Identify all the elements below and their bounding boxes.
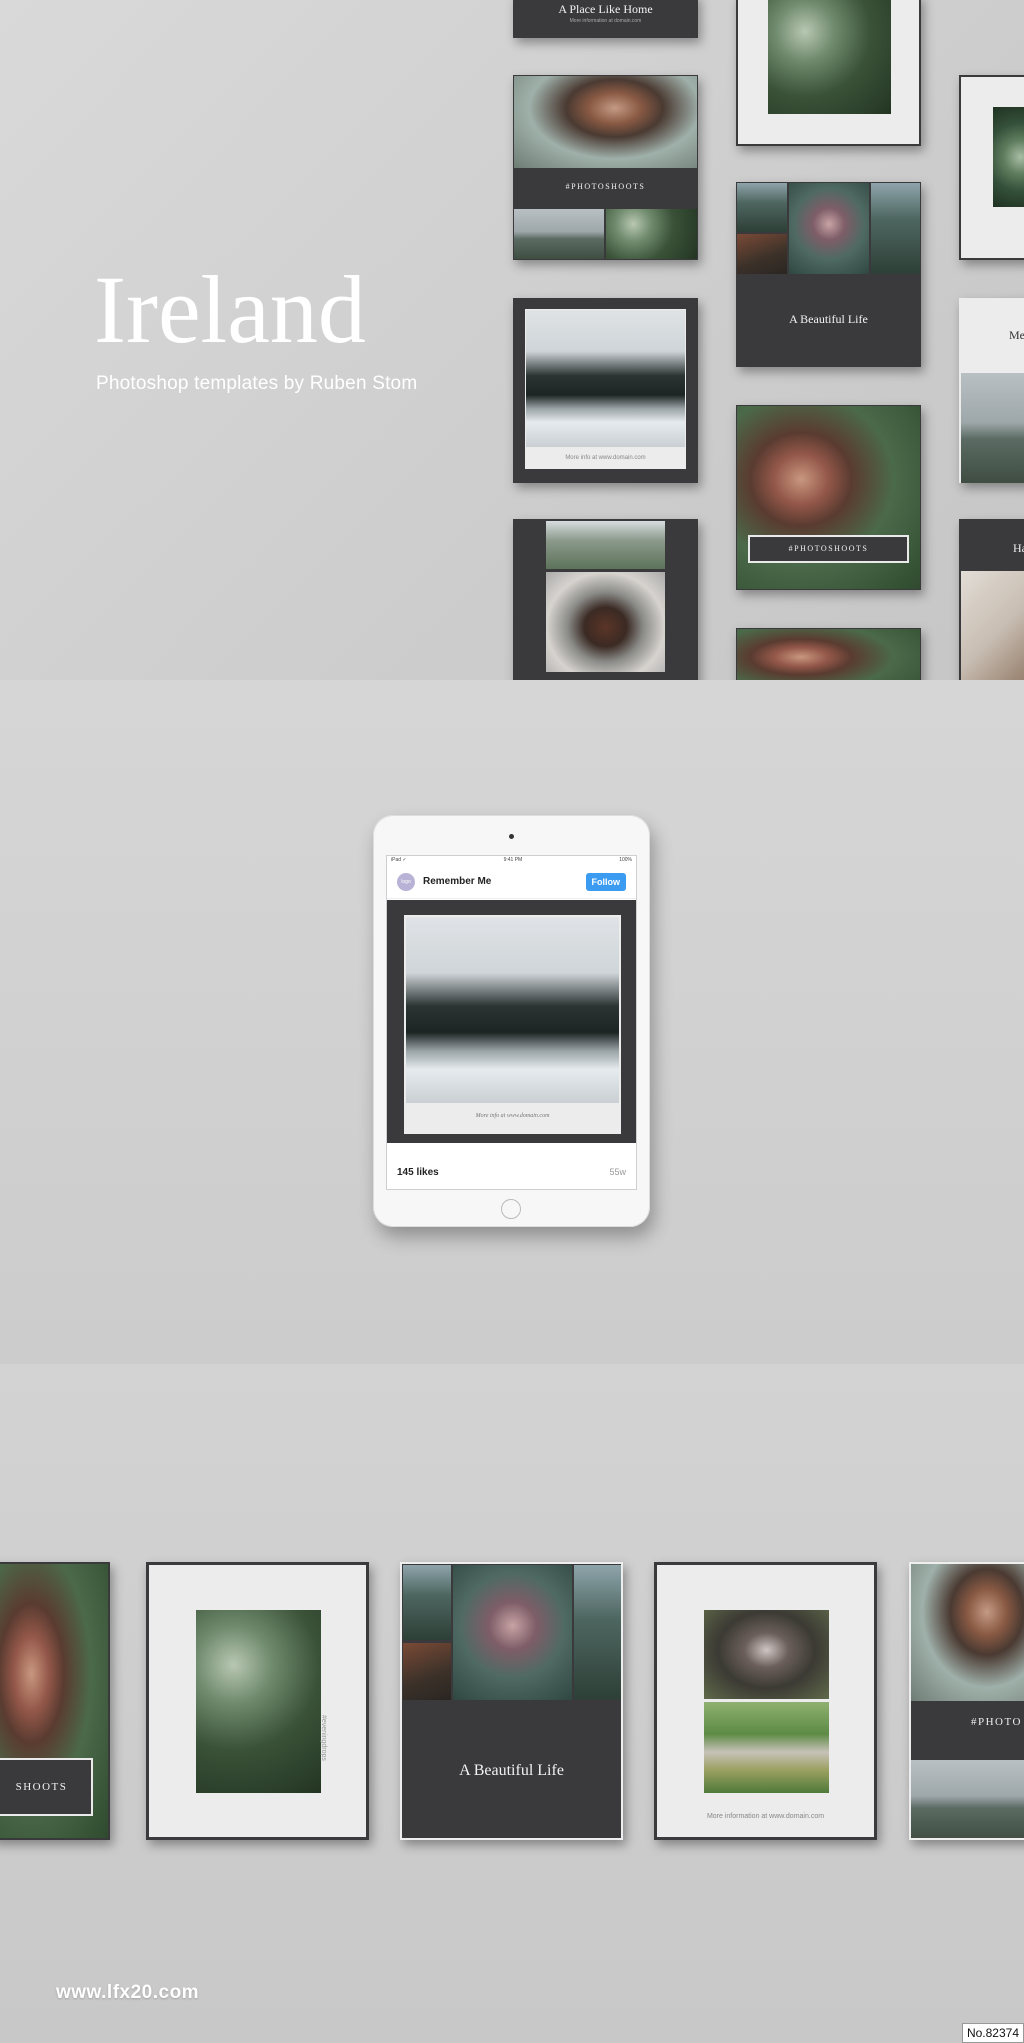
card-more-info: More information at www.domain.com (654, 1562, 877, 1840)
card-partial-me: Me (959, 298, 1024, 483)
card-label: #PHOTO (971, 1716, 1022, 1728)
follow-button[interactable]: Follow (585, 872, 626, 891)
photo-children (789, 183, 869, 274)
card-title: A Beautiful Life (789, 312, 868, 326)
card-label: #PHOTOSHOOTS (748, 535, 909, 563)
photo-tile-3 (871, 183, 920, 274)
card-forest: More info at www.domain.com (513, 298, 698, 483)
card-photoshoots-woman: #PHOTOSHOOTS (513, 75, 698, 260)
templates-row-panel: SHOOTS #eveningdrops A Beautiful Life Mo… (0, 1364, 1024, 2043)
photo-plant (606, 209, 697, 259)
status-left: iPad ✓ (391, 857, 407, 863)
photo-plant (768, 0, 891, 114)
username[interactable]: Remember Me (423, 876, 586, 887)
post-image[interactable]: More info at www.domain.com (387, 900, 636, 1143)
hero-subtitle: Photoshop templates by Ruben Stom (96, 373, 418, 394)
photo-coast (961, 373, 1024, 483)
photo-woman (911, 1564, 1024, 1701)
photo-plant (993, 107, 1024, 207)
photo-room (961, 571, 1024, 680)
post-frame: More info at www.domain.com (404, 915, 621, 1134)
watermark: www.lfx20.com (56, 1982, 200, 2003)
photo-tile-1 (737, 183, 787, 232)
photo-tile-2 (403, 1643, 451, 1700)
avatar[interactable]: logo (397, 872, 415, 891)
card-plant (736, 0, 921, 146)
photo-tile-2 (737, 234, 787, 274)
camera-dot (509, 834, 514, 839)
photo-tile-1 (403, 1565, 451, 1640)
card-title: Me (1009, 328, 1024, 342)
ipad-screen: iPad ✓ 9:41 PM 100% logo Remember Me Fol… (386, 855, 637, 1190)
photo-cow (546, 572, 665, 672)
status-time: 9:41 PM (503, 857, 523, 863)
photo-children (453, 1565, 572, 1700)
vertical-tag: #eveningdrops (320, 1715, 327, 1761)
card-highland-cow (513, 519, 698, 680)
photo-tile-3 (574, 1565, 621, 1700)
photo-meadow (546, 521, 665, 569)
likes-count[interactable]: 145 likes (397, 1167, 439, 1178)
card-beautiful-life-large: A Beautiful Life (400, 1562, 623, 1840)
card-label: SHOOTS (0, 1758, 93, 1816)
card-title: Ha (1013, 541, 1024, 555)
card-caption: More info at www.domain.com (565, 455, 646, 461)
card-subtitle: More information at domain.com (569, 18, 642, 24)
hero-title: Ireland (94, 256, 366, 363)
photo-hooded-woman (704, 1610, 829, 1699)
card-label: #PHOTOSHOOTS (565, 182, 646, 191)
card-photoshoots-portrait: #PHOTOSHOOTS (736, 405, 921, 590)
photo-forest (406, 917, 619, 1103)
card-caption: More information at www.domain.com (706, 1813, 825, 1820)
id-badge: No.82374 (961, 2023, 1024, 2043)
photo-plant (196, 1610, 321, 1793)
post-time: 55w (609, 1167, 626, 1177)
hero-panel: Ireland Photoshop templates by Ruben Sto… (0, 0, 1024, 680)
home-button[interactable] (501, 1199, 521, 1219)
card-title: A Place Like Home (558, 2, 653, 16)
photo-frame: More info at www.domain.com (525, 309, 686, 469)
status-bar: iPad ✓ 9:41 PM 100% (387, 856, 636, 865)
card-man-plants (736, 628, 921, 680)
photo-woman (514, 76, 697, 168)
card-partial-ha: Ha (959, 519, 1024, 680)
photo-coast (514, 209, 604, 259)
post-caption: More info at www.domain.com (475, 1113, 550, 1119)
card-partial-plant (959, 75, 1024, 260)
photo-frame (961, 77, 1024, 258)
card-partial-photoshoots-right: #PHOTO (909, 1562, 1024, 1840)
card-partial-photoshoots: SHOOTS (0, 1562, 110, 1840)
card-title: A Beautiful Life (459, 1762, 564, 1779)
post-header: logo Remember Me Follow (387, 865, 636, 899)
photo-garden-arch (704, 1702, 829, 1793)
card-beautiful-life: A Beautiful Life (736, 182, 921, 367)
ipad-device: iPad ✓ 9:41 PM 100% logo Remember Me Fol… (373, 815, 650, 1227)
card-plant-framed: #eveningdrops (146, 1562, 369, 1840)
card-place-like-home: A Place Like Home More information at do… (513, 0, 698, 38)
photo-forest (526, 310, 685, 447)
photo-man (737, 629, 920, 680)
photo-coast (911, 1760, 1024, 1838)
status-battery: 100% (619, 857, 632, 863)
